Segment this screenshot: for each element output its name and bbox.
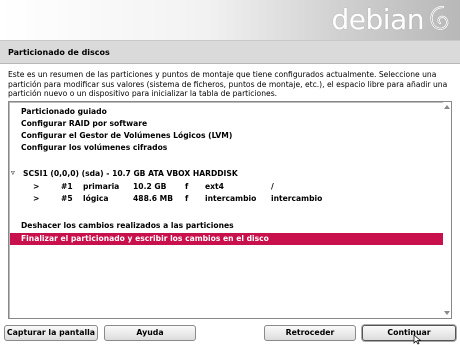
button-bar: Capturar la pantalla Ayuda Retroceder Co… (0, 322, 460, 345)
menu-item-label: Configurar el Gestor de Volúmenes Lógico… (21, 131, 233, 140)
continue-button[interactable]: Continuar (362, 325, 456, 341)
debian-logo-text: debian (331, 3, 425, 36)
debian-swirl-icon (430, 5, 449, 30)
menu-item-finish-selected[interactable]: Finalizar el particionado y escribir los… (10, 233, 450, 245)
menu-item-label: Deshacer los cambios realizados a las pa… (21, 221, 234, 230)
expander-icon: ▿ (11, 168, 15, 177)
partition-flag: f (185, 194, 189, 203)
chevron-right-icon: > (33, 194, 40, 203)
description-text: Este es un resumen de las particiones y … (8, 70, 448, 99)
partition-size: 488.6 MB (133, 194, 174, 203)
screenshot-button[interactable]: Capturar la pantalla (4, 325, 98, 341)
partition-fs: intercambio (205, 194, 257, 203)
partition-mount: / (271, 182, 274, 191)
scroll-up-icon[interactable] (444, 104, 450, 110)
partition-fs: ext4 (205, 182, 224, 191)
partition-number: #5 (61, 194, 73, 203)
partition-mount: intercambio (271, 194, 323, 203)
chevron-right-icon: > (33, 182, 40, 191)
mouse-cursor-icon (413, 334, 422, 345)
partition-size: 10.2 GB (133, 182, 167, 191)
partition-number: #1 (61, 182, 73, 191)
header-banner: debian (0, 0, 460, 40)
disk-label: SCSI1 (0,0,0) (sda) - 10.7 GB ATA VBOX H… (23, 169, 238, 178)
menu-item-label: Finalizar el particionado y escribir los… (21, 234, 269, 243)
help-button[interactable]: Ayuda (104, 325, 196, 341)
scroll-down-icon[interactable] (444, 310, 450, 316)
menu-item-label: Configurar los volúmenes cifrados (21, 143, 168, 152)
back-button[interactable]: Retroceder (264, 325, 356, 341)
title-bar: Particionado de discos (0, 40, 460, 64)
page-title: Particionado de discos (8, 48, 110, 57)
scrollbar[interactable] (443, 102, 451, 318)
menu-item-label: Configurar RAID por software (21, 119, 148, 128)
partition-flag: f (185, 182, 189, 191)
partition-list[interactable]: Particionado guiado Configurar RAID por … (8, 101, 452, 319)
menu-item-label: Particionado guiado (21, 107, 107, 116)
partition-type: lógica (83, 194, 109, 203)
partition-type: primaria (83, 182, 120, 191)
